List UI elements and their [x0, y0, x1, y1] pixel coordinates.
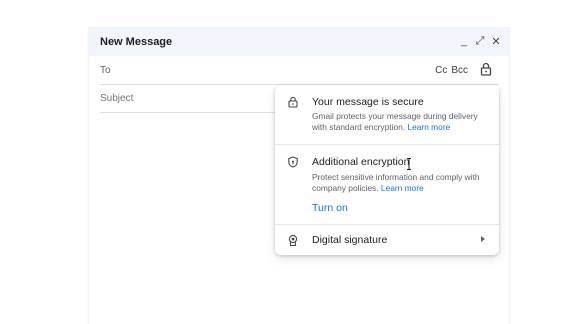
- to-row: To Cc Bcc: [100, 56, 499, 85]
- secure-description-text: Gmail protects your message during deliv…: [312, 111, 478, 132]
- cc-link[interactable]: Cc: [435, 65, 447, 76]
- encryption-section: Additional encryption Protect sensitive …: [275, 145, 499, 225]
- close-icon[interactable]: ✕: [491, 34, 501, 48]
- encryption-title: Additional encryption: [312, 156, 410, 168]
- shield-icon: [288, 156, 298, 168]
- compose-header: New Message _ ⤢ ✕: [89, 28, 509, 56]
- to-label: To: [100, 65, 111, 76]
- expand-icon[interactable]: ⤢: [475, 34, 485, 48]
- digital-signature-label: Digital signature: [312, 234, 388, 246]
- compose-title: New Message: [100, 36, 173, 48]
- lock-icon[interactable]: [478, 61, 494, 77]
- secure-section: Your message is secure Gmail protects yo…: [275, 85, 499, 145]
- lock-icon: [288, 96, 298, 108]
- to-input[interactable]: [124, 61, 424, 79]
- cc-bcc-links: Cc Bcc: [435, 65, 468, 76]
- security-popover: Your message is secure Gmail protects yo…: [275, 85, 499, 255]
- bcc-link[interactable]: Bcc: [451, 65, 468, 76]
- encryption-description: Protect sensitive information and comply…: [312, 172, 492, 194]
- minimize-icon[interactable]: _: [459, 34, 469, 48]
- secure-title: Your message is secure: [312, 96, 424, 108]
- digital-signature-item[interactable]: Digital signature: [275, 225, 499, 255]
- header-controls: _ ⤢ ✕: [459, 34, 501, 48]
- secure-learn-more-link[interactable]: Learn more: [407, 122, 450, 132]
- encryption-learn-more-link[interactable]: Learn more: [381, 183, 424, 193]
- chevron-right-icon: [481, 236, 485, 242]
- secure-description: Gmail protects your message during deliv…: [312, 111, 492, 133]
- turn-on-button[interactable]: Turn on: [312, 202, 348, 214]
- certificate-icon: [288, 234, 298, 246]
- text-cursor-icon: [407, 158, 411, 170]
